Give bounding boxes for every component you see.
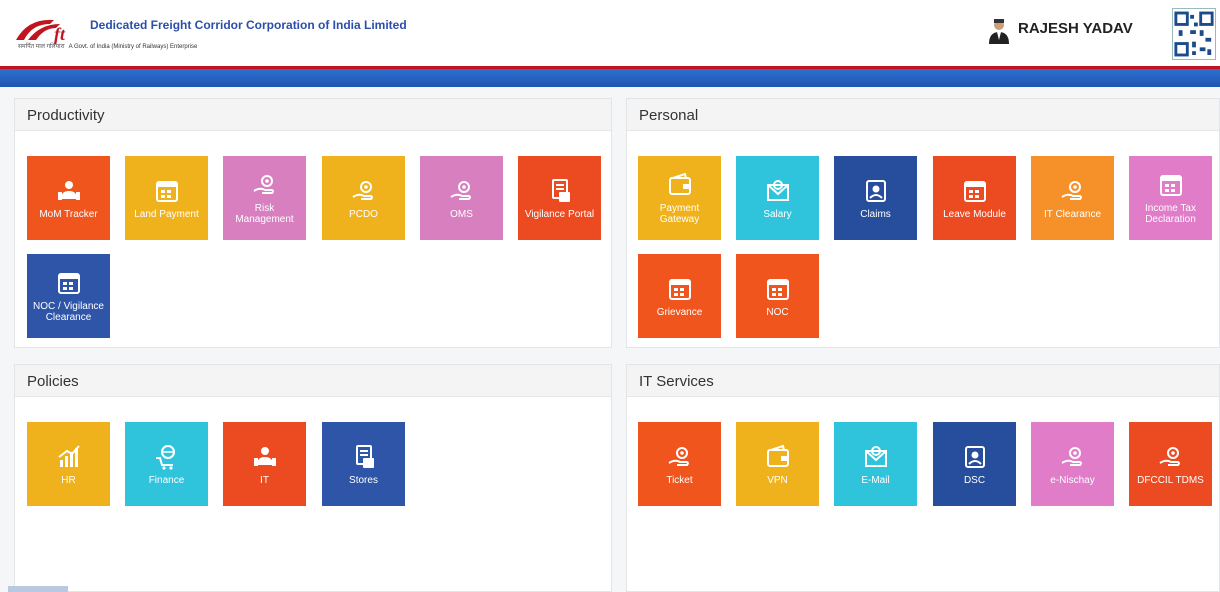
tile-label: NOC / Vigilance Clearance <box>33 301 104 323</box>
tile-stores[interactable]: Stores <box>322 422 405 506</box>
gear-hand-icon <box>448 177 476 205</box>
tile-ticket[interactable]: Ticket <box>638 422 721 506</box>
tile-label: Claims <box>860 208 891 220</box>
user-name[interactable]: RAJESH YADAV <box>1018 20 1133 37</box>
gear-hand-icon <box>666 443 694 471</box>
calendar-icon <box>666 275 694 303</box>
claims-icon <box>862 177 890 205</box>
tile-label: HR <box>61 474 76 486</box>
org-name: Dedicated Freight Corridor Corporation o… <box>90 18 407 32</box>
wallet-icon <box>764 443 792 471</box>
envelope-icon <box>862 443 890 471</box>
tile-label: Stores <box>349 474 378 486</box>
tile-label: Income Tax Declaration <box>1145 203 1196 225</box>
calendar-icon <box>1157 171 1185 199</box>
gear-hand-icon <box>350 177 378 205</box>
person-icon <box>251 443 279 471</box>
gear-hand-icon <box>1157 443 1185 471</box>
tile-noc[interactable]: NOC <box>736 254 819 338</box>
tile-label: OMS <box>450 208 473 220</box>
org-hindi-name: समर्पित माल गलियारा <box>18 44 65 50</box>
personal-panel: Personal Payment Gateway Salary Claims L… <box>626 98 1220 348</box>
tile-label: VPN <box>767 474 788 486</box>
header-divider-blue <box>0 69 1220 87</box>
productivity-panel: Productivity MoM Tracker Land Payment Ri… <box>14 98 612 348</box>
tile-salary[interactable]: Salary <box>736 156 819 240</box>
personal-title: Personal <box>627 99 1219 131</box>
tile-oms[interactable]: OMS <box>420 156 503 240</box>
chart-icon <box>55 443 83 471</box>
calendar-icon <box>55 269 83 297</box>
tile-income-tax-declaration[interactable]: Income Tax Declaration <box>1129 156 1212 240</box>
calendar-icon <box>764 275 792 303</box>
org-subtitle: समर्पित माल गलियारा A Govt. of India (Min… <box>18 42 197 50</box>
tile-hr[interactable]: HR <box>27 422 110 506</box>
tile-label: NOC <box>766 306 789 318</box>
tile-it[interactable]: IT <box>223 422 306 506</box>
envelope-icon <box>764 177 792 205</box>
tile-grievance[interactable]: Grievance <box>638 254 721 338</box>
tile-e-nischay[interactable]: e-Nischay <box>1031 422 1114 506</box>
tile-label: Grievance <box>656 306 703 318</box>
status-strip <box>8 586 68 592</box>
it-services-title: IT Services <box>627 365 1219 397</box>
tile-claims[interactable]: Claims <box>834 156 917 240</box>
tile-noc-vigilance-clearance[interactable]: NOC / Vigilance Clearance <box>27 254 110 338</box>
tile-vpn[interactable]: VPN <box>736 422 819 506</box>
it-services-panel: IT Services Ticket VPN E-Mail DSC e-Nisc… <box>626 364 1220 592</box>
policies-title: Policies <box>15 365 611 397</box>
globe-cart-icon <box>153 443 181 471</box>
tile-label: e-Nischay <box>1050 474 1095 486</box>
dfccil-logo[interactable]: ft <box>14 14 84 44</box>
tile-label: MoM Tracker <box>39 208 98 220</box>
tile-label: Risk Management <box>235 203 294 225</box>
tile-finance[interactable]: Finance <box>125 422 208 506</box>
document-icon <box>546 177 574 205</box>
claims-icon <box>961 443 989 471</box>
header-bar: ft Dedicated Freight Corridor Corporatio… <box>0 0 1220 66</box>
tile-label: DFCCIL TDMS <box>1137 474 1204 486</box>
tile-label: Ticket <box>666 474 693 486</box>
calendar-icon <box>961 177 989 205</box>
tile-label: Payment Gateway <box>659 203 700 225</box>
tile-payment-gateway[interactable]: Payment Gateway <box>638 156 721 240</box>
document-icon <box>350 443 378 471</box>
gear-hand-icon <box>251 171 279 199</box>
tile-label: Leave Module <box>943 208 1006 220</box>
tile-dsc[interactable]: DSC <box>933 422 1016 506</box>
calendar-icon <box>153 177 181 205</box>
tile-dfccil-tdms[interactable]: DFCCIL TDMS <box>1129 422 1212 506</box>
tile-risk-management[interactable]: Risk Management <box>223 156 306 240</box>
qr-code-icon <box>1172 8 1216 60</box>
tile-mom-tracker[interactable]: MoM Tracker <box>27 156 110 240</box>
tile-pcdo[interactable]: PCDO <box>322 156 405 240</box>
tile-leave-module[interactable]: Leave Module <box>933 156 1016 240</box>
tile-label: IT <box>260 474 269 486</box>
tile-vigilance-portal[interactable]: Vigilance Portal <box>518 156 601 240</box>
tile-label: E-Mail <box>861 474 890 486</box>
tile-email[interactable]: E-Mail <box>834 422 917 506</box>
productivity-title: Productivity <box>15 99 611 131</box>
tile-label: Land Payment <box>134 208 199 220</box>
tile-label: Salary <box>763 208 792 220</box>
svg-text:ft: ft <box>54 24 66 44</box>
tile-it-clearance[interactable]: IT Clearance <box>1031 156 1114 240</box>
tile-label: Finance <box>148 474 185 486</box>
tile-label: PCDO <box>349 208 378 220</box>
gear-hand-icon <box>1059 443 1087 471</box>
person-icon <box>55 177 83 205</box>
tile-label: IT Clearance <box>1043 208 1102 220</box>
tile-label: Vigilance Portal <box>524 208 595 220</box>
org-tagline: A Govt. of India (Ministry of Railways) … <box>68 44 198 50</box>
tile-label: DSC <box>963 474 986 486</box>
wallet-icon <box>666 171 694 199</box>
gear-hand-icon <box>1059 177 1087 205</box>
tile-land-payment[interactable]: Land Payment <box>125 156 208 240</box>
policies-panel: Policies HR Finance IT Stores <box>14 364 612 592</box>
user-avatar-icon[interactable] <box>988 18 1010 44</box>
